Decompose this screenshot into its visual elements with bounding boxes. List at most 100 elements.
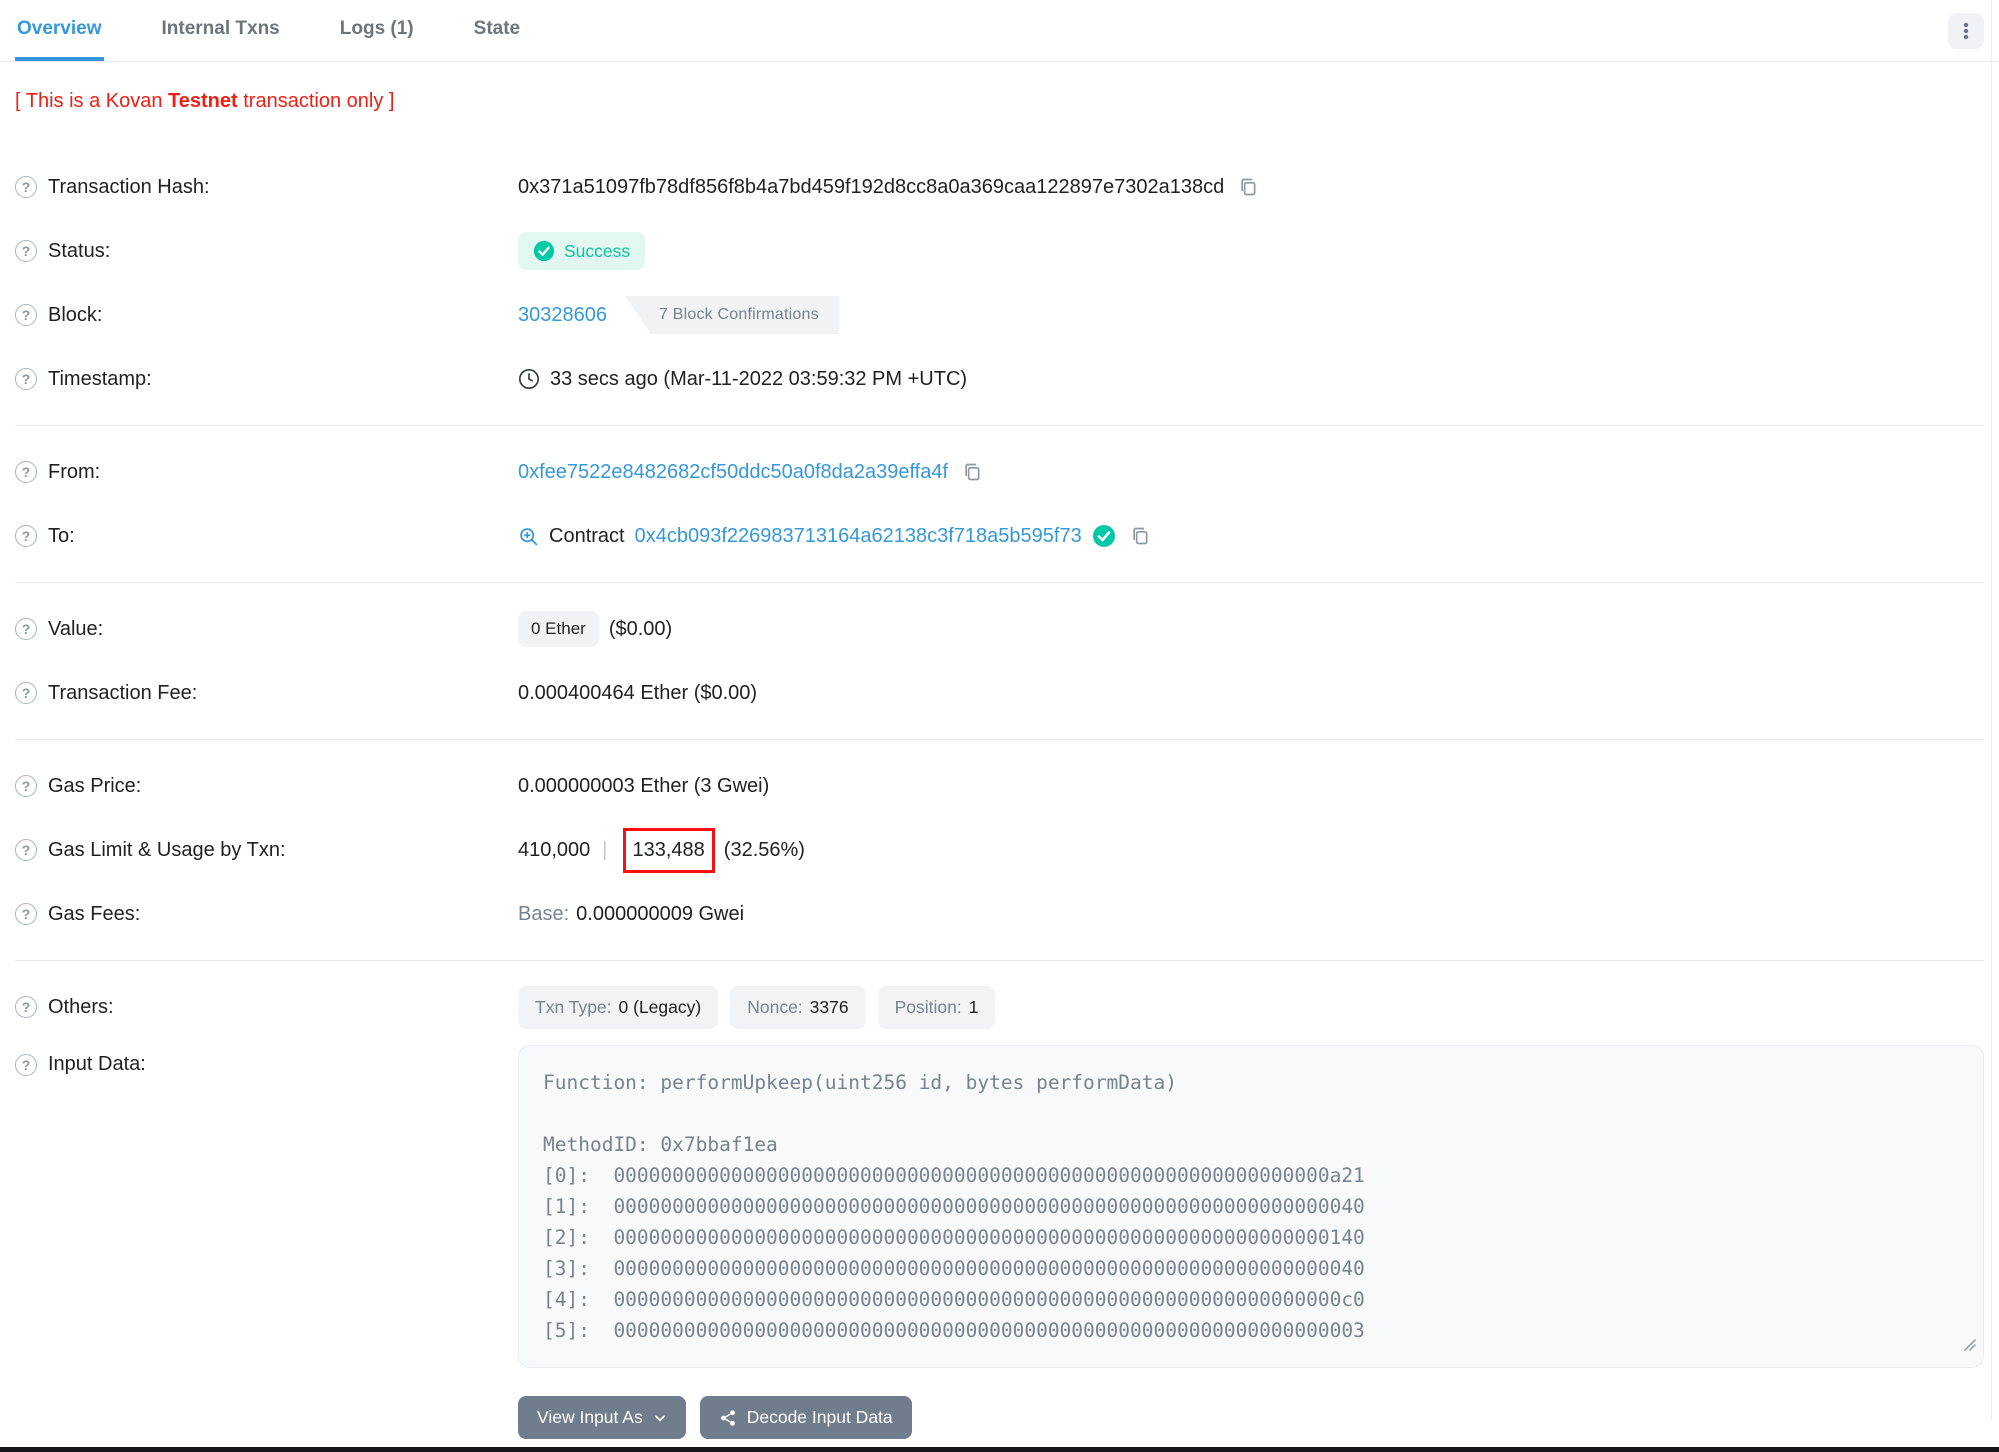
row-value: Value: 0 Ether ($0.00) — [0, 597, 1999, 661]
clock-icon — [518, 368, 540, 390]
check-circle-icon — [533, 240, 555, 262]
help-icon — [15, 682, 37, 704]
decode-input-data-button[interactable]: Decode Input Data — [699, 1396, 912, 1439]
help-icon — [15, 903, 37, 925]
row-to: To: Contract 0x4cb093f226983713164a62138… — [0, 504, 1999, 568]
section-overview-top: Transaction Hash: 0x371a51097fb78df856f8… — [0, 155, 1999, 411]
section-gas: Gas Price: 0.000000003 Ether (3 Gwei) Ga… — [0, 754, 1999, 946]
input-data-line — [543, 1098, 1959, 1129]
row-transaction-fee: Transaction Fee: 0.000400464 Ether ($0.0… — [0, 661, 1999, 725]
vertical-ellipsis-icon — [1956, 21, 1976, 41]
gas-limit-value: 410,000 — [518, 838, 591, 861]
transaction-fee-label: Transaction Fee: — [48, 681, 198, 704]
transaction-hash-label: Transaction Hash: — [48, 175, 210, 198]
input-data-line: [0]: 00000000000000000000000000000000000… — [543, 1164, 1365, 1187]
row-timestamp: Timestamp: 33 secs ago (Mar-11-2022 03:5… — [0, 347, 1999, 411]
tab-overview[interactable]: Overview — [15, 0, 104, 61]
chevron-down-icon — [653, 1411, 667, 1425]
help-icon — [15, 176, 37, 198]
value-amount-badge: 0 Ether — [518, 611, 599, 647]
warning-prefix: [ This is a Kovan — [15, 90, 169, 112]
kebab-menu-button[interactable] — [1948, 12, 1984, 49]
gas-price-value: 0.000000003 Ether (3 Gwei) — [518, 774, 770, 797]
input-data-line: [5]: 00000000000000000000000000000000000… — [543, 1319, 1365, 1342]
tab-logs[interactable]: Logs (1) — [338, 0, 416, 61]
tab-bar: Overview Internal Txns Logs (1) State — [0, 0, 1999, 62]
input-data-line: [1]: 00000000000000000000000000000000000… — [543, 1195, 1365, 1218]
help-icon — [15, 1053, 37, 1076]
help-icon — [15, 618, 37, 640]
page-right-border — [1991, 0, 1992, 1420]
gas-price-label: Gas Price: — [48, 774, 142, 797]
txn-type-badge: Txn Type: 0 (Legacy) — [518, 985, 719, 1029]
row-gas-fees: Gas Fees: Base: 0.000000009 Gwei — [0, 882, 1999, 946]
resize-handle-icon[interactable] — [1962, 1329, 1976, 1360]
help-icon — [15, 775, 37, 797]
to-contract-prefix: Contract — [549, 524, 625, 547]
section-value: Value: 0 Ether ($0.00) Transaction Fee: … — [0, 597, 1999, 725]
row-gas-price: Gas Price: 0.000000003 Ether (3 Gwei) — [0, 754, 1999, 818]
input-data-line: [2]: 00000000000000000000000000000000000… — [543, 1226, 1365, 1249]
testnet-warning: [ This is a Kovan Testnet transaction on… — [0, 62, 1999, 133]
row-input-data: Input Data: Function: performUpkeep(uint… — [0, 1045, 1999, 1439]
gas-fees-label: Gas Fees: — [48, 902, 141, 925]
tab-internal-txns[interactable]: Internal Txns — [160, 0, 282, 61]
help-icon — [15, 304, 37, 326]
copy-icon[interactable] — [962, 462, 982, 482]
to-address-link[interactable]: 0x4cb093f226983713164a62138c3f718a5b595f… — [635, 525, 1082, 548]
position-badge: Position: 1 — [877, 985, 996, 1029]
zoom-in-icon[interactable] — [518, 526, 539, 547]
status-label: Status: — [48, 239, 111, 262]
gas-fees-base-label: Base: — [518, 902, 570, 925]
to-label: To: — [48, 524, 75, 547]
gas-used-percent: (32.56%) — [723, 838, 805, 861]
help-icon — [15, 368, 37, 390]
block-confirmations-badge: 7 Block Confirmations — [624, 296, 839, 334]
view-input-as-button[interactable]: View Input As — [518, 1396, 686, 1439]
gas-limit-label: Gas Limit & Usage by Txn: — [48, 838, 286, 861]
help-icon — [15, 525, 37, 547]
value-label: Value: — [48, 617, 104, 640]
nonce-badge: Nonce: 3376 — [730, 985, 866, 1029]
section-divider — [15, 582, 1984, 583]
warning-bold: Testnet — [168, 90, 238, 112]
copy-icon[interactable] — [1238, 177, 1258, 197]
transaction-details-page: Overview Internal Txns Logs (1) State [ … — [0, 0, 1999, 1452]
others-label: Others: — [48, 995, 114, 1018]
value-usd: ($0.00) — [608, 617, 673, 640]
input-data-textarea[interactable]: Function: performUpkeep(uint256 id, byte… — [518, 1045, 1984, 1368]
block-number-link[interactable]: 30328606 — [518, 304, 607, 327]
help-icon — [15, 461, 37, 483]
gas-fees-base-value: 0.000000009 Gwei — [576, 902, 745, 925]
block-label: Block: — [48, 303, 103, 326]
status-badge: Success — [518, 232, 646, 270]
section-divider — [15, 739, 1984, 740]
input-data-label: Input Data: — [48, 1053, 146, 1075]
section-addresses: From: 0xfee7522e8482682cf50ddc50a0f8da2a… — [0, 440, 1999, 568]
from-address-link[interactable]: 0xfee7522e8482682cf50ddc50a0f8da2a39effa… — [518, 461, 948, 484]
copy-icon[interactable] — [1130, 526, 1150, 546]
section-divider — [15, 960, 1984, 961]
input-data-line: [4]: 00000000000000000000000000000000000… — [543, 1288, 1365, 1311]
help-icon — [15, 839, 37, 861]
verified-check-icon — [1092, 524, 1116, 548]
input-data-line: Function: performUpkeep(uint256 id, byte… — [543, 1071, 1177, 1094]
row-transaction-hash: Transaction Hash: 0x371a51097fb78df856f8… — [0, 155, 1999, 219]
gas-separator: | — [602, 838, 608, 861]
decode-icon — [719, 1409, 737, 1427]
tab-state[interactable]: State — [472, 0, 522, 61]
timestamp-label: Timestamp: — [48, 367, 152, 390]
input-data-line: MethodID: 0x7bbaf1ea — [543, 1133, 778, 1156]
section-others-input: Others: Txn Type: 0 (Legacy) Nonce: 3376… — [0, 975, 1999, 1452]
row-block: Block: 30328606 7 Block Confirmations — [0, 283, 1999, 347]
row-gas-limit-usage: Gas Limit & Usage by Txn: 410,000 | 133,… — [0, 818, 1999, 882]
bottom-edge-bar — [0, 1447, 1999, 1452]
row-from: From: 0xfee7522e8482682cf50ddc50a0f8da2a… — [0, 440, 1999, 504]
transaction-hash-value: 0x371a51097fb78df856f8b4a7bd459f192d8cc8… — [518, 175, 1225, 198]
help-icon — [15, 240, 37, 262]
status-text: Success — [564, 240, 631, 261]
from-label: From: — [48, 460, 101, 483]
timestamp-value: 33 secs ago (Mar-11-2022 03:59:32 PM +UT… — [550, 367, 968, 390]
gas-used-value-highlighted: 133,488 — [622, 827, 715, 873]
section-divider — [15, 425, 1984, 426]
